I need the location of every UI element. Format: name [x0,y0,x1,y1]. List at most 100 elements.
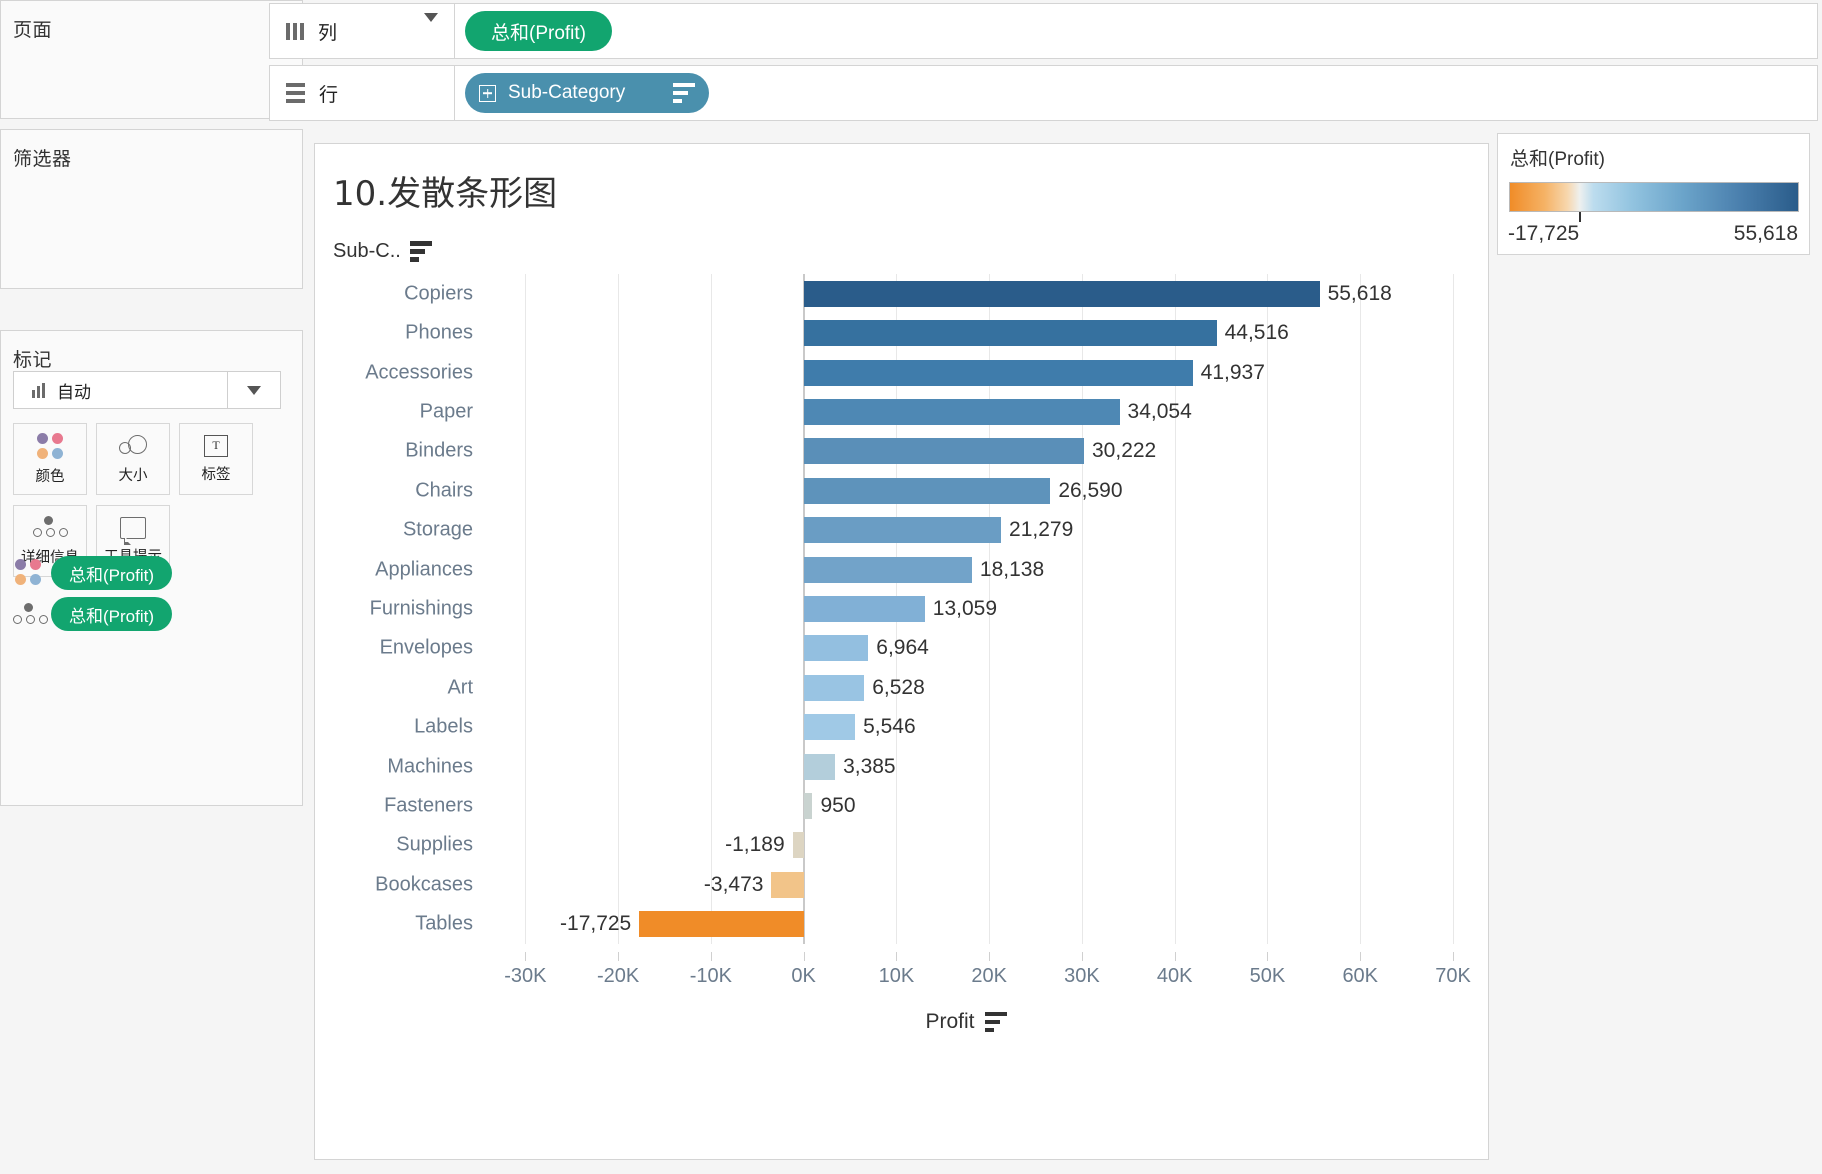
bar[interactable] [804,557,972,583]
marks-card-title: 标记 [1,331,302,372]
bar[interactable] [804,478,1051,504]
sort-descending-icon[interactable] [985,1012,1007,1033]
bar[interactable] [804,281,1320,307]
category-label[interactable]: Tables [415,913,473,936]
axis-tick-label: 50K [1250,965,1286,988]
bar[interactable] [804,438,1084,464]
marks-size-button[interactable]: 大小 [96,423,170,495]
bar[interactable] [793,832,804,858]
marks-type-dropdown-arrow[interactable] [227,372,280,408]
category-label[interactable]: Bookcases [375,873,473,896]
rows-icon [286,83,305,103]
color-dots-icon [15,559,41,585]
category-label[interactable]: Labels [414,716,473,739]
marks-pill-color-profit[interactable]: 总和(Profit) [51,556,172,590]
bars-area: 55,61844,51641,93734,05430,22226,59021,2… [479,274,1453,944]
marks-pill-detail-profit[interactable]: 总和(Profit) [51,597,172,631]
axis-tick-label: -30K [504,965,546,988]
bar[interactable] [804,675,865,701]
bar[interactable] [804,754,835,780]
left-sidebar: 页面 筛选器 标记 自动 颜色 大小 T 标签 [0,0,305,1174]
category-label[interactable]: Furnishings [370,598,473,621]
bar[interactable] [771,872,803,898]
marks-label-button[interactable]: T 标签 [179,423,253,495]
category-label[interactable]: Machines [387,755,473,778]
columns-icon [286,23,304,40]
bar[interactable] [639,911,803,937]
pages-card-title: 页面 [1,1,302,42]
category-label[interactable]: Chairs [415,479,473,502]
filters-card: 筛选器 [0,129,303,289]
axis-tick-label: 20K [971,965,1007,988]
rows-pill-sub-category-label: Sub-Category [508,82,625,104]
columns-shelf-dropdown-arrow[interactable] [424,22,438,40]
axis-tick [711,952,712,961]
marks-type-selector[interactable]: 自动 [13,371,281,409]
axis-tick [1453,952,1454,961]
bar-value-label: -17,725 [560,912,631,936]
marks-color-button[interactable]: 颜色 [13,423,87,495]
bar[interactable] [804,635,869,661]
pages-card: 页面 [0,0,303,119]
category-label[interactable]: Appliances [375,558,473,581]
axis-tick [804,952,805,961]
color-legend: 总和(Profit) -17,725 55,618 [1497,133,1810,255]
color-legend-title: 总和(Profit) [1510,144,1605,171]
category-label[interactable]: Art [447,676,473,699]
row-field-header[interactable]: Sub-C.. [333,240,432,263]
grid-line [525,274,526,944]
marks-card: 标记 自动 颜色 大小 T 标签 详细信息 [0,330,303,806]
category-label[interactable]: Copiers [404,282,473,305]
bar[interactable] [804,596,925,622]
axis-tick [989,952,990,961]
category-label[interactable]: Supplies [396,834,473,857]
bar[interactable] [804,360,1193,386]
columns-shelf[interactable]: 列 总和(Profit) [269,3,1818,59]
grid-line [1360,274,1361,944]
category-label[interactable]: Phones [405,322,473,345]
value-axis: -30K-20K-10K0K10K20K30K40K50K60K70K [479,952,1453,992]
axis-tick [1082,952,1083,961]
category-label[interactable]: Storage [403,519,473,542]
rows-shelf-header: 行 [270,66,455,120]
category-label[interactable]: Binders [405,440,473,463]
detail-dots-icon [13,603,47,627]
rows-pill-sub-category[interactable]: Sub-Category [465,73,709,113]
color-legend-max-label: 55,618 [1734,222,1798,246]
bar[interactable] [804,793,813,819]
category-label[interactable]: Envelopes [380,637,473,660]
expand-plus-icon[interactable] [479,85,496,102]
category-label[interactable]: Paper [420,400,473,423]
axis-tick-label: 60K [1342,965,1378,988]
bar[interactable] [804,517,1001,543]
bar-value-label: 3,385 [843,755,896,779]
bar-value-label: -1,189 [725,833,785,857]
worksheet-view: 10.发散条形图 Sub-C.. CopiersPhonesAccessorie… [314,143,1489,1160]
columns-pill-profit[interactable]: 总和(Profit) [465,11,612,51]
sort-descending-icon[interactable] [410,241,432,262]
bar[interactable] [804,399,1120,425]
bar-value-label: 26,590 [1058,479,1122,503]
marks-pill-color-profit-label: 总和(Profit) [69,561,154,586]
value-axis-title[interactable]: Profit [479,1010,1453,1034]
axis-tick-label: 70K [1435,965,1471,988]
axis-tick [618,952,619,961]
category-label[interactable]: Accessories [365,361,473,384]
bar[interactable] [804,320,1217,346]
sort-descending-icon[interactable] [673,83,695,104]
size-circles-icon [119,434,147,458]
marks-color-label: 颜色 [36,465,65,486]
bar-chart-icon [32,383,45,398]
tooltip-icon [120,517,146,539]
rows-shelf[interactable]: 行 Sub-Category [269,65,1818,121]
bar-value-label: 5,546 [863,715,916,739]
bar-value-label: 21,279 [1009,518,1073,542]
color-dots-icon [37,433,63,459]
category-label[interactable]: Fasteners [384,795,473,818]
axis-tick-label: 10K [879,965,915,988]
columns-shelf-header: 列 [270,4,455,58]
bar[interactable] [804,714,855,740]
row-field-header-label: Sub-C.. [333,240,401,263]
color-legend-zero-marker [1579,212,1581,222]
bar-value-label: -3,473 [704,873,764,897]
